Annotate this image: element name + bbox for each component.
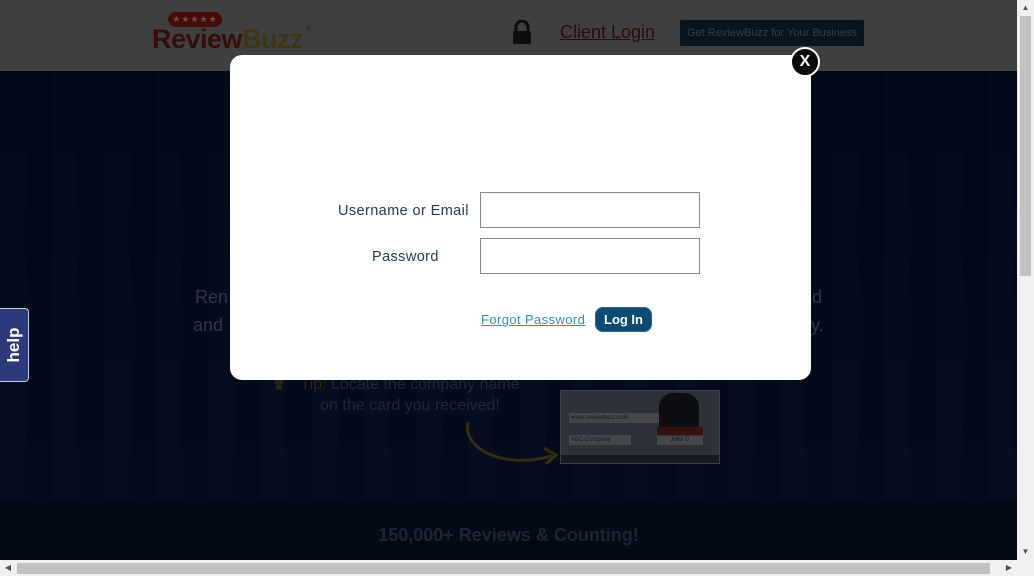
page-viewport: ★★★★★ ReviewBuzz ® Client Login Get Revi…	[0, 0, 1017, 560]
username-label: Username or Email	[338, 203, 469, 219]
username-input[interactable]	[480, 192, 700, 228]
help-tab-label: help	[4, 327, 23, 363]
password-label: Password	[372, 249, 439, 265]
scroll-up-icon[interactable]: ▲	[1017, 0, 1034, 16]
help-tab[interactable]: help	[0, 308, 29, 382]
password-input[interactable]	[480, 238, 700, 274]
forgot-password-link[interactable]: Forgot Password	[481, 312, 585, 327]
vertical-scroll-thumb[interactable]	[1020, 16, 1031, 276]
horizontal-scroll-thumb[interactable]	[17, 563, 990, 574]
horizontal-scrollbar[interactable]: ◀ ▶	[0, 560, 1017, 576]
scroll-left-icon[interactable]: ◀	[0, 560, 16, 576]
scroll-right-icon[interactable]: ▶	[1001, 560, 1017, 576]
login-button[interactable]: Log In	[595, 307, 652, 332]
scroll-down-icon[interactable]: ▼	[1017, 544, 1034, 560]
scrollbar-corner	[1017, 560, 1034, 576]
close-icon[interactable]: X	[790, 47, 820, 77]
vertical-scrollbar[interactable]: ▲ ▼	[1017, 0, 1034, 560]
